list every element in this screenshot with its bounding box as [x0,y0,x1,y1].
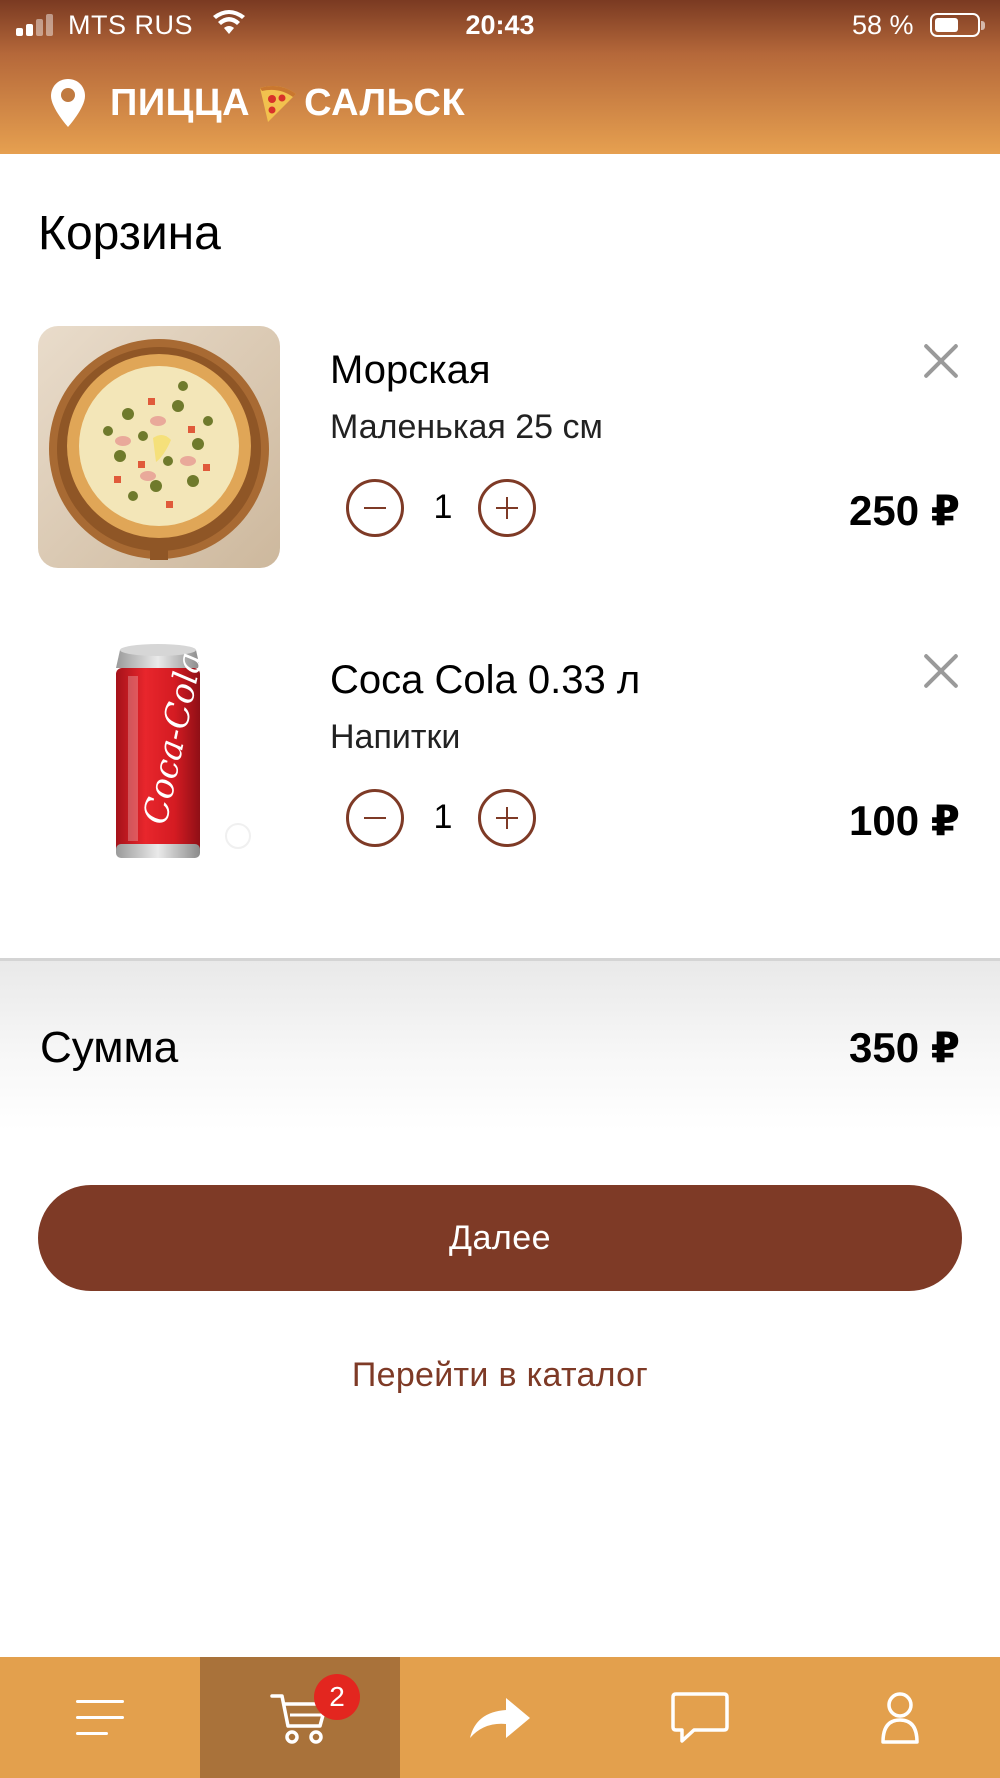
app-brand: ПИЦЦА САЛЬСК [110,80,465,126]
total-label: Сумма [40,1023,179,1072]
battery-percent: 58 % [852,10,914,40]
battery-icon [930,13,985,37]
decrease-quantity-button[interactable] [346,789,404,847]
item-price: 100 ₽ [849,797,960,844]
increase-quantity-button[interactable] [478,479,536,537]
tab-menu[interactable] [0,1657,200,1778]
share-icon [470,1697,530,1738]
tab-share[interactable] [400,1657,600,1778]
cart-count-badge: 2 [314,1674,360,1720]
location-pin-icon[interactable] [50,78,86,128]
coca-cola-can-image: Coca-Cola [38,636,280,878]
item-quantity: 1 [433,798,453,836]
brand-name-right: САЛЬСК [304,81,466,124]
decrease-quantity-button[interactable] [346,479,404,537]
item-category: Напитки [330,718,461,756]
bottom-tab-bar [0,1657,1000,1778]
page-title: Корзина [38,207,221,260]
item-variant: Маленькая 25 см [330,408,603,446]
clock: 20:43 [465,10,535,40]
menu-icon [76,1699,124,1735]
tab-chat[interactable] [600,1657,800,1778]
increase-quantity-button[interactable] [478,789,536,847]
pizza-slice-icon [260,86,297,122]
cart-item: Морская Маленькая 25 см 1 250 ₽ [0,326,1000,576]
item-name: Морская [330,348,491,392]
remove-item-button[interactable] [918,648,964,694]
chat-icon [671,1691,729,1743]
item-quantity: 1 [433,488,453,526]
profile-icon [881,1691,919,1744]
pizza-image [38,326,280,568]
remove-item-button[interactable] [918,338,964,384]
status-bar: MTS RUS 20:43 58 % [0,0,1000,50]
item-name: Coca Cola 0.33 л [330,658,641,702]
order-summary: Сумма 350 ₽ [0,961,1000,1131]
app-header: MTS RUS 20:43 58 % ПИЦЦА САЛЬСК [0,0,1000,154]
total-value: 350 ₽ [849,1024,960,1071]
cart-item: Coca-Cola Coca Cola 0.33 л Напитки 1 100… [0,636,1000,886]
brand-name-left: ПИЦЦА [110,81,251,124]
tab-profile[interactable] [800,1657,1000,1778]
tab-cart[interactable] [200,1657,400,1778]
go-to-catalog-link[interactable]: Перейти в каталог [0,1356,1000,1395]
item-price: 250 ₽ [849,487,960,534]
next-button[interactable]: Далее [38,1185,962,1291]
